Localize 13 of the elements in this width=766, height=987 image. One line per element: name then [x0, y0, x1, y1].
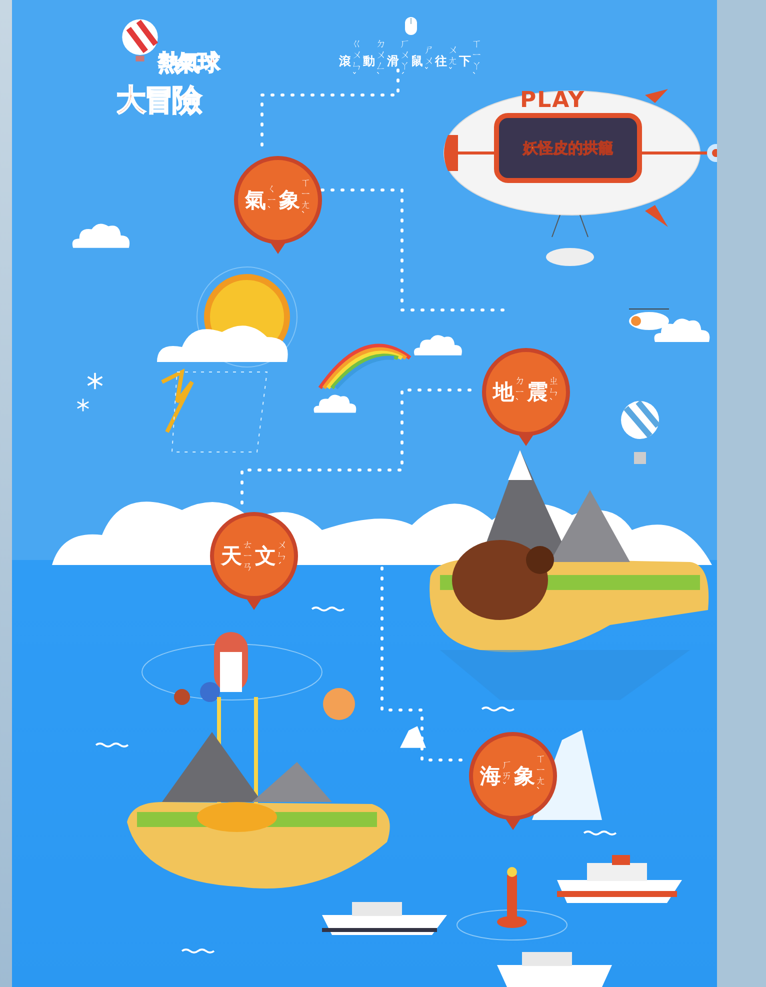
cloud-icon	[412, 332, 464, 356]
play-label[interactable]: PLAY	[520, 88, 585, 113]
cloud-icon	[312, 392, 358, 413]
logo-title: 熱氣球	[158, 50, 218, 78]
snowflake-icon	[86, 372, 104, 390]
mouse-icon	[404, 16, 418, 36]
ship-icon	[557, 855, 682, 905]
hot-air-balloon-icon	[120, 18, 160, 62]
iceberg-icon	[400, 726, 426, 748]
snowflake-icon	[76, 398, 90, 412]
ship-icon	[497, 950, 612, 987]
video-sign[interactable]: 妖怪皮的拱籠	[494, 113, 642, 183]
logo-title: 大冒險	[116, 82, 200, 120]
